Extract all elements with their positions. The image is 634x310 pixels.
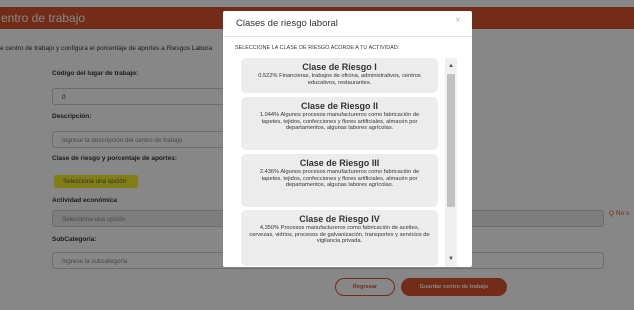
risk-class-list: Clase de Riesgo I 0.522% Financieras, tr… — [241, 58, 438, 266]
risk-class-title: Clase de Riesgo II — [300, 101, 379, 111]
modal-divider — [223, 36, 472, 37]
scroll-up-icon[interactable]: ▲ — [445, 60, 457, 72]
scroll-down-icon[interactable]: ▼ — [445, 253, 457, 265]
close-icon[interactable]: × — [455, 16, 461, 26]
risk-class-title: Clase de Riesgo III — [299, 158, 380, 168]
risk-class-card-1[interactable]: Clase de Riesgo I 0.522% Financieras, tr… — [241, 58, 438, 93]
scroll-thumb[interactable] — [447, 74, 455, 207]
modal-instruction: SELECCIONE LA CLASE DE RIESGO ACORDE A T… — [235, 45, 400, 51]
risk-class-card-3[interactable]: Clase de Riesgo III 2.436% Algunos proce… — [241, 154, 438, 207]
risk-class-title: Clase de Riesgo IV — [299, 214, 380, 224]
risk-class-description: 4,350% Procesos manufactureros como fabr… — [249, 225, 430, 245]
risk-class-modal: Clases de riesgo laboral × SELECCIONE LA… — [223, 11, 472, 267]
list-scrollbar[interactable]: ▲ ▼ — [445, 58, 457, 267]
risk-class-title: Clase de Riesgo I — [302, 62, 377, 72]
risk-class-description: 1.044% Algunos procesos manufactureros c… — [259, 112, 420, 132]
risk-class-card-2[interactable]: Clase de Riesgo II 1.044% Algunos proces… — [241, 97, 438, 150]
risk-class-card-4[interactable]: Clase de Riesgo IV 4,350% Procesos manuf… — [241, 210, 438, 266]
risk-class-description: 0.522% Financieras, trabajos de oficina,… — [258, 73, 421, 86]
modal-title: Clases de riesgo laboral — [236, 18, 338, 29]
risk-class-description: 2.436% Algunos procesos manufactureros c… — [259, 169, 420, 189]
